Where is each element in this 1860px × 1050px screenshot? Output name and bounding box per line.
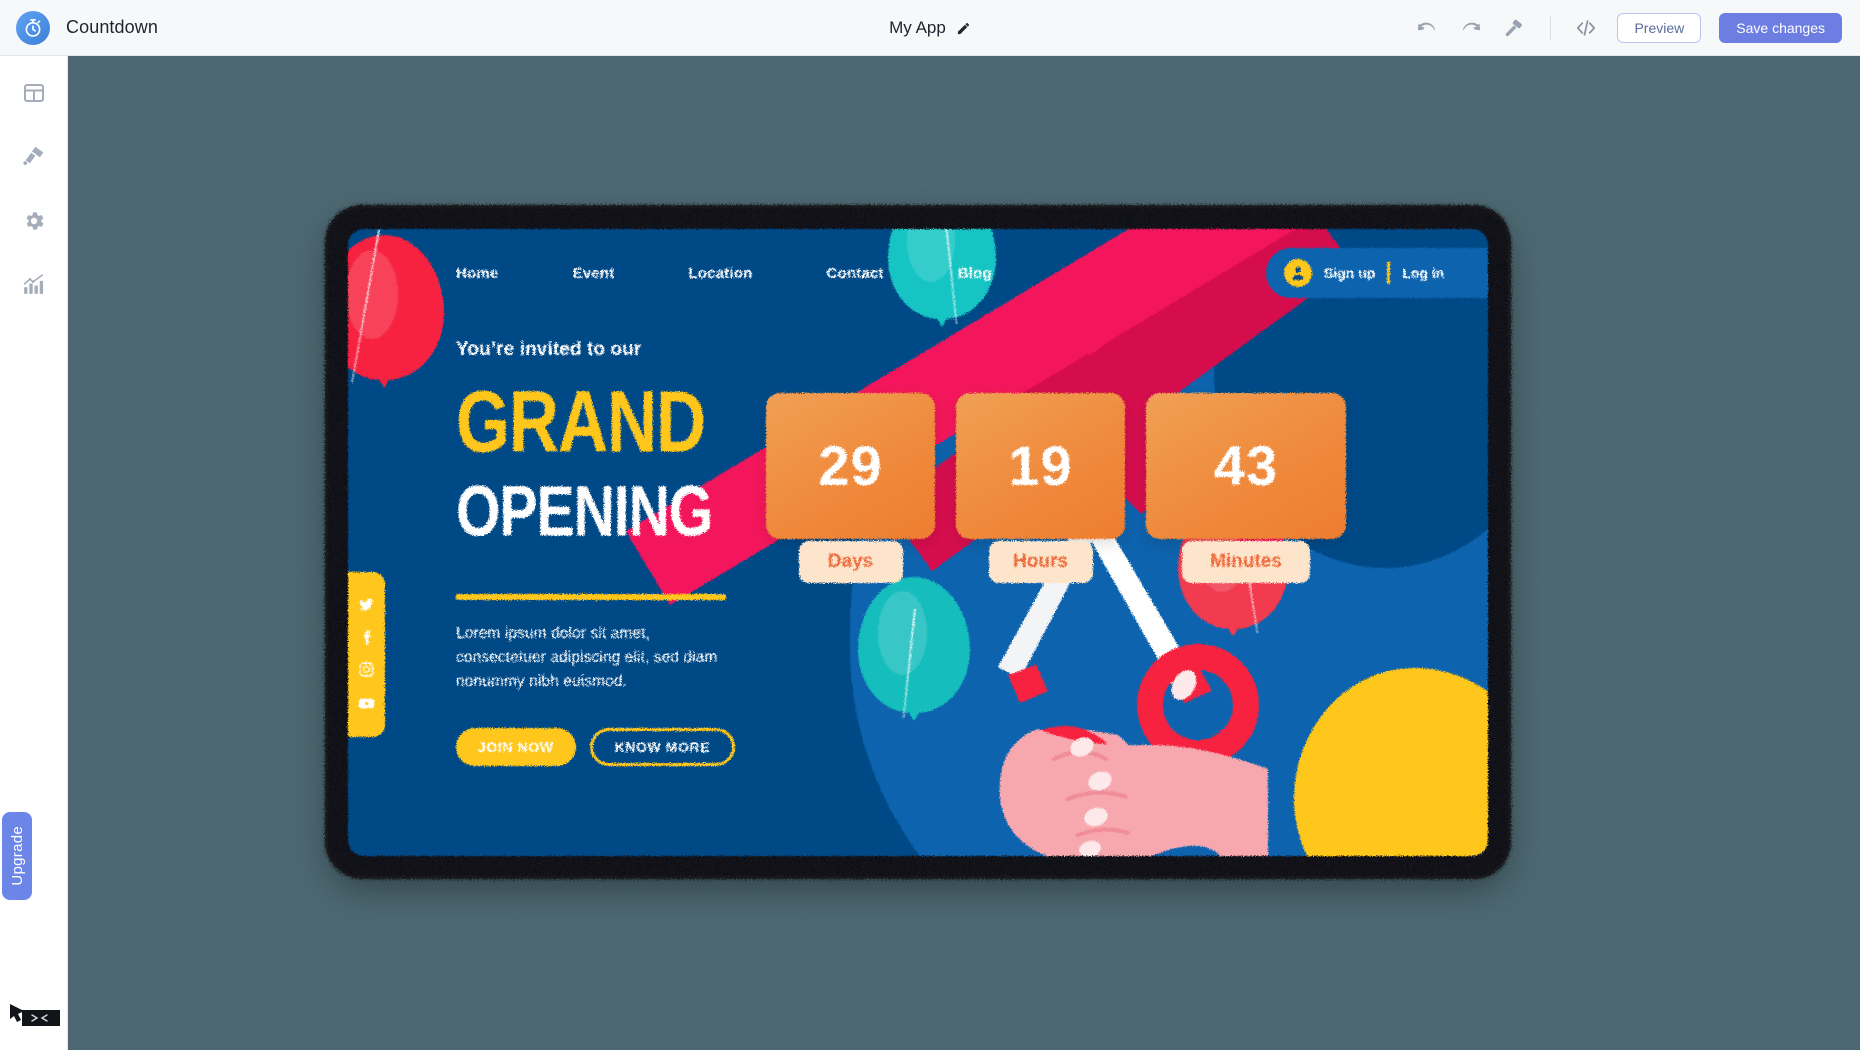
nav-link-location[interactable]: Location	[688, 265, 752, 282]
document-title[interactable]: My App	[889, 18, 946, 38]
auth-pill: Sign up Log in	[1266, 248, 1488, 298]
gear-icon	[22, 209, 46, 238]
brand: Countdown	[0, 10, 320, 45]
top-toolbar: Countdown My App Preview Save changes	[0, 0, 1860, 56]
nav-link-home[interactable]: Home	[456, 265, 498, 282]
code-brackets-icon[interactable]	[1567, 9, 1605, 47]
upgrade-button[interactable]: Upgrade	[2, 812, 32, 900]
preview-button[interactable]: Preview	[1617, 12, 1702, 43]
countdown-cell-hours: 19 Hours	[956, 393, 1125, 583]
youtube-icon[interactable]	[357, 694, 376, 713]
paint-brush-icon	[21, 144, 46, 174]
auth-divider	[1387, 262, 1391, 284]
countdown-box: 19	[956, 393, 1125, 539]
social-links-rail	[348, 572, 385, 737]
brand-title: Countdown	[66, 17, 158, 37]
countdown-pill-hours: Hours	[988, 541, 1093, 583]
layout-grid-icon	[22, 81, 46, 110]
signup-link[interactable]: Sign up	[1324, 265, 1375, 281]
redo-arrow-icon[interactable]	[1452, 9, 1490, 47]
editor-canvas[interactable]: Home Event Location Contact Blog Sign up…	[68, 56, 1860, 1050]
hero-content: You’re invited to our GRAND OPENING Lore…	[456, 339, 786, 767]
nav-link-blog[interactable]: Blog	[958, 265, 992, 282]
save-changes-button[interactable]: Save changes	[1719, 12, 1842, 43]
website-preview[interactable]: Home Event Location Contact Blog Sign up…	[348, 229, 1488, 856]
hero-divider-rule	[456, 594, 726, 601]
instagram-icon[interactable]	[358, 661, 375, 678]
sidebar-item-layout[interactable]	[10, 70, 58, 120]
countdown-pill-days: Days	[798, 541, 903, 583]
nav-link-contact[interactable]: Contact	[826, 265, 883, 282]
sidebar-item-analytics[interactable]	[10, 262, 58, 312]
nav-link-event[interactable]: Event	[572, 265, 614, 282]
sidebar-item-design[interactable]	[10, 134, 58, 184]
left-sidebar: Upgrade	[0, 56, 68, 1050]
countdown-box: 29	[766, 393, 935, 539]
countdown-cell-days: 29 Days	[766, 393, 935, 583]
toolbar-divider	[1550, 15, 1552, 40]
undo-arrow-icon[interactable]	[1408, 9, 1446, 47]
pencil-icon[interactable]	[956, 21, 971, 36]
device-mockup-frame: Home Event Location Contact Blog Sign up…	[328, 208, 1508, 876]
hero-eyebrow: You’re invited to our	[456, 339, 642, 360]
facebook-icon[interactable]	[358, 629, 375, 646]
countdown-value-hours: 19	[1008, 434, 1073, 497]
login-link[interactable]: Log in	[1402, 265, 1444, 281]
twitter-icon[interactable]	[358, 596, 375, 613]
paint-roller-icon[interactable]	[1496, 9, 1534, 47]
stopwatch-icon	[16, 10, 50, 45]
site-navbar: Home Event Location Contact Blog Sign up…	[348, 229, 1488, 317]
countdown-label-minutes: Minutes	[1210, 551, 1282, 572]
sidebar-item-settings[interactable]	[10, 198, 58, 248]
hero-cta-row: JOIN NOW KNOW MORE	[456, 728, 786, 767]
app-root: Countdown My App Preview Save changes Up…	[0, 0, 1860, 1050]
countdown-value-minutes: 43	[1213, 434, 1279, 497]
hero-title-line-2: OPENING	[456, 469, 713, 551]
toolbar-actions: Preview Save changes	[1408, 9, 1860, 47]
know-more-button[interactable]: KNOW MORE	[589, 728, 736, 767]
upgrade-label: Upgrade	[8, 826, 26, 886]
countdown-label-days: Days	[827, 551, 874, 572]
countdown-label-hours: Hours	[1013, 551, 1068, 572]
bar-chart-icon	[21, 272, 46, 302]
hero-title-line-1: GRAND	[456, 373, 706, 471]
user-avatar-icon	[1284, 259, 1312, 287]
countdown-pill-minutes: Minutes	[1182, 541, 1310, 583]
hero-paragraph: Lorem ipsum dolor sit amet, consectetuer…	[456, 625, 718, 691]
countdown-box: 43	[1146, 393, 1346, 539]
nav-links: Home Event Location Contact Blog	[456, 265, 992, 282]
countdown-group: 29 Days 19 Hours 43 Minutes	[766, 393, 1346, 583]
countdown-value-days: 29	[818, 434, 883, 497]
join-now-button[interactable]: JOIN NOW	[456, 728, 576, 767]
countdown-cell-minutes: 43 Minutes	[1146, 393, 1346, 583]
cursor-badge-icon	[8, 1002, 62, 1032]
